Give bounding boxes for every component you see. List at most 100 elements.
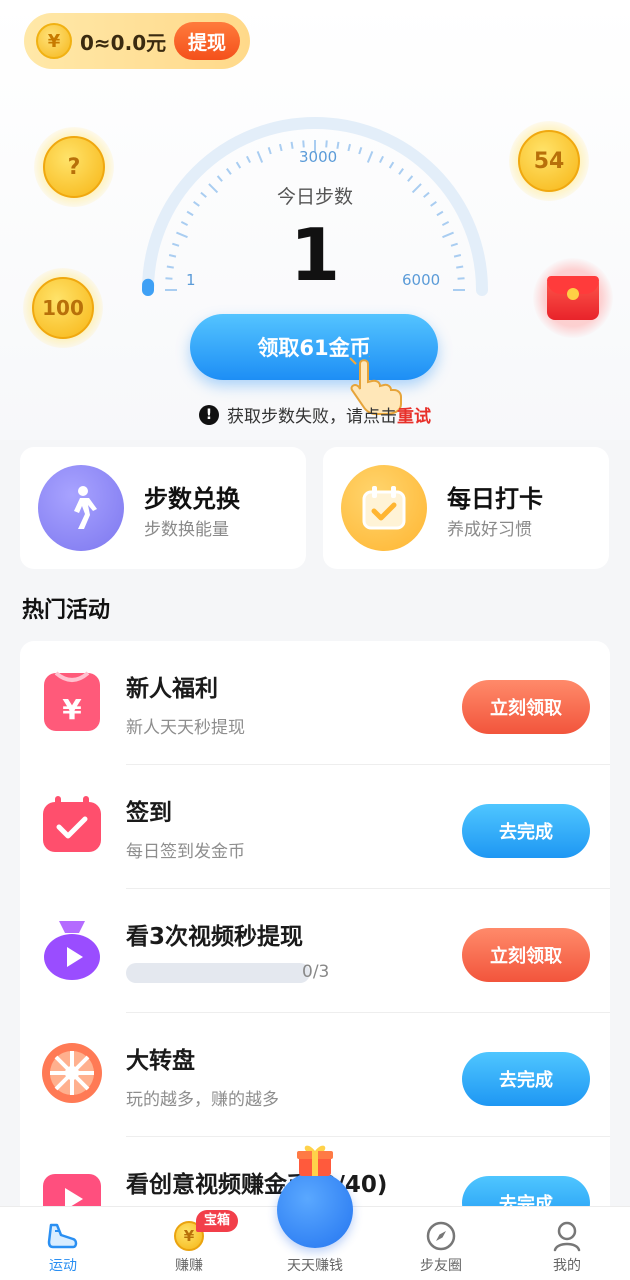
coin-bubble-54[interactable]: 54 (509, 121, 589, 201)
gauge-tick (450, 242, 458, 247)
list-item: 看3次视频秒提现 立刻领取 (20, 889, 610, 1013)
step-exchange-title: 步数兑换 (144, 485, 240, 513)
nav-item-mine[interactable]: 我的 (504, 1215, 630, 1277)
gift-box-icon (297, 1145, 333, 1176)
gauge-tick (216, 175, 223, 182)
gauge-tick (442, 231, 454, 239)
activity-title: 大转盘 (126, 1048, 195, 1074)
gauge-tick (172, 242, 180, 247)
gauge-tick (226, 168, 232, 175)
wallet-amount: 0≈0.0元 (80, 30, 167, 55)
gauge-tick (453, 254, 462, 258)
video-progress-text: 0/3 (302, 962, 330, 982)
nav-label: 赚赚 (175, 1258, 203, 1274)
withdraw-button[interactable]: 提现 (174, 22, 240, 60)
gauge-tick (366, 151, 374, 163)
nav-label: 运动 (49, 1258, 77, 1274)
gauge-tick (193, 201, 200, 207)
go-complete-button[interactable]: 去完成 (462, 1052, 590, 1106)
gauge-tick-min: 1 (186, 271, 196, 289)
mystery-coin-icon: ? (43, 136, 105, 198)
gauge-tick (325, 140, 328, 148)
gauge-tick (457, 277, 465, 280)
red-packet-bubble[interactable] (533, 258, 613, 338)
coin-bubble-100[interactable]: 100 (23, 268, 103, 348)
yen-coin-icon: ¥ (36, 23, 72, 59)
gauge-tick (336, 141, 340, 149)
calendar-check-icon (341, 465, 427, 551)
svg-text:¥: ¥ (62, 693, 82, 726)
gauge-tick (407, 175, 414, 182)
calendar-check-icon (40, 793, 104, 857)
gauge-tick (256, 151, 264, 163)
go-complete-button[interactable]: 去完成 (462, 804, 590, 858)
wheel-icon (40, 1041, 104, 1105)
step-error-message: ! 获取步数失败，请点击 重试 (0, 402, 630, 427)
gauge-tick (423, 191, 430, 198)
gauge-tick (441, 221, 450, 226)
nav-label: 天天赚钱 (287, 1258, 343, 1274)
video-progress-bar (126, 963, 310, 983)
gauge-tick (290, 141, 294, 149)
gauge-tick (279, 143, 283, 152)
walking-person-icon (38, 465, 124, 551)
activity-subtitle: 每日签到发金币 (126, 842, 245, 862)
list-item: 大转盘 玩的越多，赚的越多 去完成 (20, 1013, 610, 1137)
treasure-badge: 宝箱 (196, 1210, 239, 1232)
activity-title: 签到 (126, 800, 172, 826)
play-bag-icon (40, 917, 104, 981)
shoe-icon (46, 1219, 80, 1253)
step-exchange-subtitle: 步数换能量 (144, 520, 229, 540)
gauge-tick (398, 168, 404, 175)
red-envelope-icon (547, 276, 599, 320)
gauge-tick-mid: 3000 (299, 148, 338, 166)
gauge-tick (347, 143, 351, 152)
gauge-tick (166, 265, 174, 269)
nav-item-friends[interactable]: 步友圈 (378, 1215, 504, 1277)
gauge-tick (358, 147, 363, 155)
center-orb-button[interactable] (277, 1172, 353, 1248)
today-steps-value: 1 (289, 213, 341, 297)
alert-icon: ! (199, 404, 219, 425)
yen-gift-icon: ¥ (40, 669, 104, 733)
wallet-pill[interactable]: ¥ 0≈0.0元 提现 (24, 13, 250, 69)
claim-now-button[interactable]: 立刻领取 (462, 928, 590, 982)
gauge-tick (165, 277, 173, 280)
error-text: 获取步数失败，请点击 (227, 407, 397, 427)
nav-label: 步友圈 (420, 1258, 462, 1274)
activity-title: 看3次视频秒提现 (126, 924, 304, 950)
nav-label: 我的 (553, 1258, 581, 1274)
list-item: 签到 每日签到发金币 去完成 (20, 765, 610, 889)
gauge-tick (456, 265, 464, 269)
list-item: ¥ 新人福利 新人天天秒提现 立刻领取 (20, 641, 610, 765)
gauge-tick (436, 210, 444, 217)
claim-now-button[interactable]: 立刻领取 (462, 680, 590, 734)
activity-subtitle: 新人天天秒提现 (126, 718, 245, 738)
daily-checkin-card[interactable]: 每日打卡 养成好习惯 (323, 447, 609, 569)
gauge-tick (267, 147, 272, 155)
activity-title: 新人福利 (126, 676, 218, 702)
coin-54-icon: 54 (518, 130, 580, 192)
retry-link[interactable]: 重试 (397, 402, 431, 427)
gauge-tick (246, 155, 251, 164)
gauge-tick (379, 155, 384, 164)
mystery-coin-bubble[interactable]: ? (34, 127, 114, 207)
activity-subtitle: 玩的越多，赚的越多 (126, 1090, 279, 1110)
coin-100-icon: 100 (32, 277, 94, 339)
gauge-tick (168, 254, 177, 258)
gauge-tick (180, 221, 189, 226)
gauge-tick (302, 140, 305, 148)
daily-checkin-subtitle: 养成好习惯 (447, 520, 532, 540)
compass-icon (424, 1219, 458, 1253)
nav-item-sport[interactable]: 运动 (0, 1215, 126, 1277)
person-icon (550, 1219, 584, 1253)
gauge-tick (235, 161, 242, 169)
gauge-tick (200, 191, 207, 198)
daily-checkin-title: 每日打卡 (447, 485, 543, 513)
gauge-tick (388, 161, 395, 169)
gauge-tick (176, 231, 188, 239)
gauge-tick (186, 210, 194, 217)
hot-activities-title: 热门活动 (22, 598, 111, 623)
today-steps-label: 今日步数 (276, 186, 353, 208)
step-exchange-card[interactable]: 步数兑换 步数换能量 (20, 447, 306, 569)
